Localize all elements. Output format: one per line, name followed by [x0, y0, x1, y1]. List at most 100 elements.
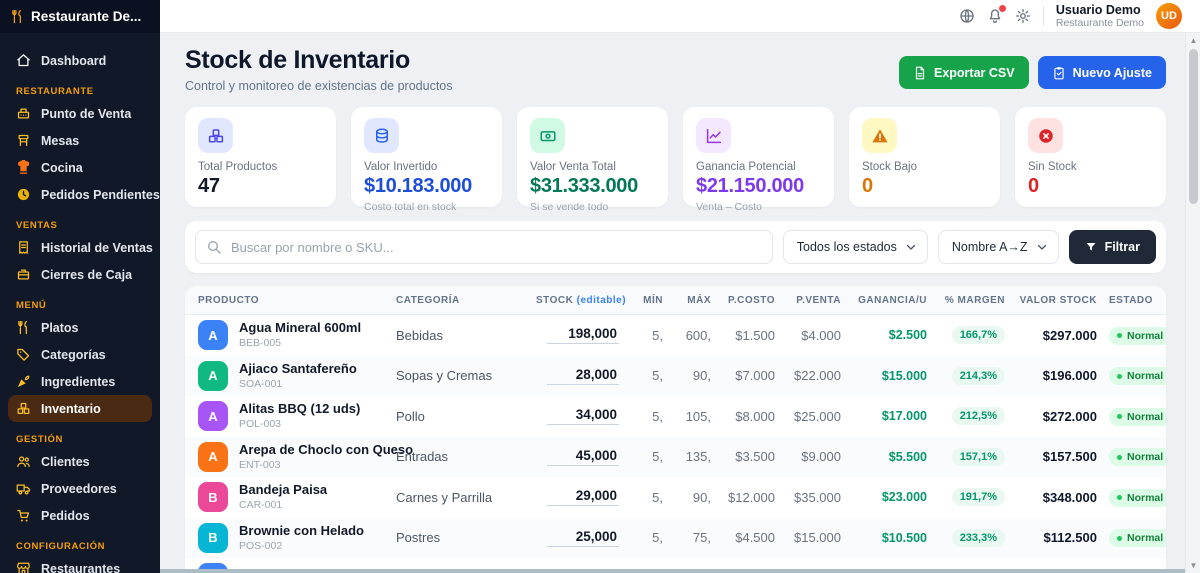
header-actions: Exportar CSV Nuevo Ajuste	[898, 56, 1166, 89]
margen-pill: 191,7%	[951, 488, 1005, 507]
product-avatar: A	[198, 360, 228, 391]
globe-icon[interactable]	[959, 8, 975, 24]
vertical-scrollbar[interactable]: ▲ ▼	[1185, 33, 1200, 573]
bell-icon	[987, 9, 1003, 28]
margen-pill: 214,3%	[951, 366, 1005, 385]
sidebar-item-label: Ingredientes	[41, 374, 116, 389]
stock-min: 5,	[652, 368, 663, 384]
notifications-bell-icon[interactable]	[987, 5, 1006, 24]
stat-card-valor-venta-total: Valor Venta Total $31.333.000 Si se vend…	[517, 107, 668, 213]
stock-input[interactable]	[547, 447, 619, 466]
horizontal-scrollbar[interactable]	[160, 569, 1185, 573]
col-min: MÍN	[643, 294, 663, 306]
brand-logo: Restaurante De...	[0, 0, 160, 33]
scrollbar-thumb[interactable]	[1188, 49, 1198, 204]
sidebar-item-punto-de-venta[interactable]: Punto de Venta	[8, 100, 152, 127]
sidebar-item-label: Restaurantes	[41, 561, 121, 573]
sidebar-item-pedidos[interactable]: Pedidos	[8, 502, 152, 529]
estado-filter-value: Todos los estados	[796, 240, 897, 254]
sidebar-item-label: Proveedores	[41, 481, 117, 496]
sidebar-item-mesas[interactable]: Mesas	[8, 127, 152, 154]
avatar[interactable]: UD	[1156, 3, 1182, 29]
ganancia-unidad: $15.000	[881, 368, 927, 383]
ganancia-unidad: $10.500	[881, 530, 927, 545]
stat-value: $21.150.000	[696, 175, 804, 197]
sidebar-item-label: Inventario	[41, 401, 101, 416]
user-name: Usuario Demo	[1055, 2, 1141, 17]
sort-value: Nombre A→Z	[951, 240, 1028, 254]
product-category: Sopas y Cremas	[396, 368, 493, 384]
estado-badge: Normal	[1109, 488, 1166, 507]
stock-input[interactable]	[547, 366, 619, 385]
filter-label: Filtrar	[1104, 240, 1140, 254]
sidebar-item-restaurantes[interactable]: Restaurantes	[8, 555, 152, 573]
warning-icon-tile	[862, 118, 897, 153]
product-name: Agua Mineral 600ml	[239, 320, 362, 336]
table-row: A Alitas BBQ (12 uds) POL-003 Pollo 5, 1…	[185, 396, 1166, 437]
sidebar-item-pedidos-pendientes[interactable]: Pedidos Pendientes	[8, 181, 160, 208]
sidebar-item-cocina[interactable]: Cocina	[8, 154, 152, 181]
boxes-icon	[207, 127, 225, 145]
stock-min: 5,	[652, 449, 663, 465]
stat-value: 47	[198, 175, 220, 197]
stock-max: 105,	[685, 408, 711, 424]
table-body: A Agua Mineral 600ml BEB-005 Bebidas 5, …	[185, 315, 1166, 573]
sidebar-item-label: Categorías	[41, 347, 106, 362]
clock-icon	[16, 187, 31, 202]
filter-bar: Todos los estados Nombre A→Z Filtrar	[185, 221, 1166, 273]
boxes-icon	[16, 401, 31, 416]
precio-venta: $35.000	[794, 489, 841, 505]
precio-costo: $8.000	[735, 408, 775, 424]
sidebar-item-categorias[interactable]: Categorías	[8, 341, 152, 368]
sidebar: Restaurante De... Dashboard RESTAURANTE …	[0, 0, 160, 573]
carrot-icon	[16, 374, 31, 389]
stock-input[interactable]	[547, 528, 619, 547]
search-input[interactable]	[195, 230, 773, 264]
product-avatar: A	[198, 320, 228, 351]
stock-input[interactable]	[547, 407, 619, 426]
estado-badge: Normal	[1109, 326, 1166, 345]
stock-input[interactable]	[547, 488, 619, 507]
filter-button[interactable]: Filtrar	[1068, 230, 1156, 264]
stock-input[interactable]	[547, 326, 619, 345]
gear-icon[interactable]	[1015, 8, 1031, 24]
sidebar-item-platos[interactable]: Platos	[8, 314, 152, 341]
scroll-up-arrow[interactable]: ▲	[1186, 34, 1200, 47]
app-window: Restaurante De... Dashboard RESTAURANTE …	[0, 0, 1200, 573]
precio-venta: $22.000	[794, 368, 841, 384]
sidebar-item-proveedores[interactable]: Proveedores	[8, 475, 152, 502]
store-icon	[16, 561, 31, 573]
sidebar-item-clientes[interactable]: Clientes	[8, 448, 152, 475]
col-ganancia: GANANCIA/U	[858, 294, 927, 306]
sidebar-item-dashboard[interactable]: Dashboard	[8, 47, 152, 74]
stat-label: Total Productos	[198, 161, 278, 173]
margen-pill: 166,7%	[951, 326, 1005, 345]
stat-value: 0	[862, 175, 873, 197]
precio-costo: $7.000	[735, 368, 775, 384]
scroll-down-arrow[interactable]: ▼	[1186, 559, 1200, 572]
stock-min: 5,	[652, 408, 663, 424]
stat-card-total-productos: Total Productos 47	[185, 107, 336, 207]
sidebar-item-ingredientes[interactable]: Ingredientes	[8, 368, 152, 395]
col-categoria: CATEGORÍA	[396, 294, 460, 306]
table-row: A Arepa de Choclo con Queso ENT-003 Entr…	[185, 436, 1166, 477]
main-content: Stock de Inventario Control y monitoreo …	[160, 33, 1185, 573]
col-max: MÁX	[687, 294, 711, 306]
ganancia-unidad: $23.000	[881, 490, 927, 505]
estado-badge: Normal	[1109, 407, 1166, 426]
col-pventa: P.VENTA	[796, 294, 841, 306]
sidebar-item-cierres-de-caja[interactable]: Cierres de Caja	[8, 261, 152, 288]
ganancia-unidad: $2.500	[888, 328, 927, 343]
estado-filter-select[interactable]: Todos los estados	[782, 230, 928, 264]
new-adjustment-button[interactable]: Nuevo Ajuste	[1037, 56, 1166, 89]
sidebar-item-historial-de-ventas[interactable]: Historial de Ventas	[8, 234, 153, 261]
export-csv-button[interactable]: Exportar CSV	[898, 56, 1029, 89]
stat-label: Ganancia Potencial	[696, 161, 796, 173]
product-sku: CAR-001	[239, 499, 283, 512]
sort-select[interactable]: Nombre A→Z	[937, 230, 1059, 264]
top-header: Usuario Demo Restaurante Demo UD	[160, 0, 1200, 33]
user-organization: Restaurante Demo	[1055, 17, 1144, 30]
sidebar-item-inventario[interactable]: Inventario	[8, 395, 152, 422]
stat-value: $31.333.000	[530, 175, 638, 197]
sidebar-item-label: Platos	[41, 320, 79, 335]
